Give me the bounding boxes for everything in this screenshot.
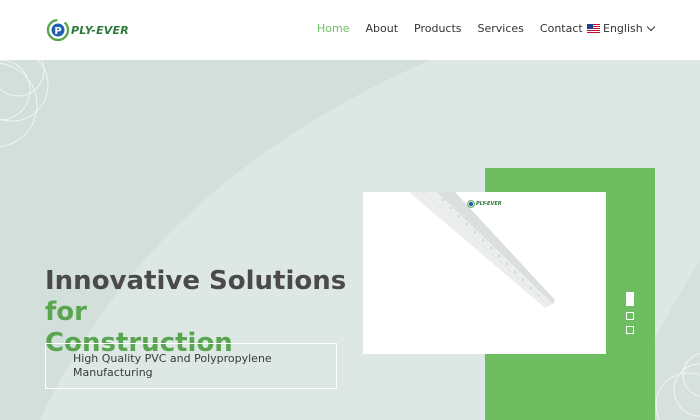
product-watermark-logo: PLY-EVER [467,200,502,208]
watermark-text: PLY-EVER [476,201,502,207]
nav-services[interactable]: Services [478,22,524,35]
slide-dot-3[interactable] [626,326,634,334]
slider-pagination [626,292,634,340]
headline-text: Innovative Solutions [45,266,347,296]
nav-home[interactable]: Home [317,22,349,35]
ply-ever-logo-icon [467,200,475,208]
site-header: P PLY-EVER Home About Products Services … [0,0,700,60]
hero-subtitle-box: High Quality PVC and Polypropylene Manuf… [45,343,337,389]
ply-ever-logo-icon: P [46,18,70,42]
corner-bead-product-image [363,192,606,354]
nav-contact[interactable]: Contact [540,22,583,35]
nav-about[interactable]: About [365,22,398,35]
headline-accent-for: for [45,297,87,327]
product-image: PLY-EVER [363,192,606,354]
hero-section: Innovative Solutions for Construction Hi… [0,60,700,420]
chevron-down-icon [646,22,655,31]
nav-products[interactable]: Products [414,22,462,35]
brand-logo[interactable]: P PLY-EVER [46,16,129,44]
us-flag-icon [587,24,600,33]
svg-text:P: P [54,26,61,37]
hero-subtitle: High Quality PVC and Polypropylene Manuf… [73,352,272,379]
language-selector[interactable]: English [587,22,655,35]
language-label: English [603,22,643,35]
slide-dot-1[interactable] [626,292,634,306]
brand-name: PLY-EVER [71,23,129,37]
main-nav: Home About Products Services Contact [317,22,599,35]
slide-dot-2[interactable] [626,312,634,320]
